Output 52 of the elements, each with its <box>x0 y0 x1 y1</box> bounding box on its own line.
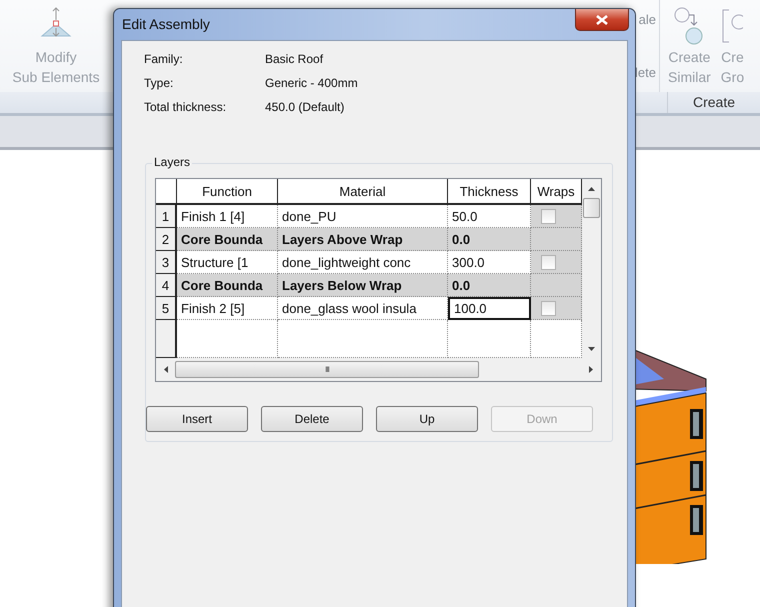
close-icon <box>596 14 608 24</box>
dialog-button[interactable]: Delete <box>261 406 363 432</box>
scroll-left-icon[interactable] <box>162 366 169 373</box>
group-title: Layers <box>152 155 192 169</box>
horizontal-scrollbar[interactable]: III <box>156 358 601 381</box>
column-header: Wraps <box>531 179 582 205</box>
table-cell[interactable]: 50.0 <box>448 205 531 228</box>
checkbox[interactable] <box>541 254 556 270</box>
scroll-right-icon[interactable] <box>588 366 595 373</box>
dialog-button[interactable]: Up <box>376 406 478 432</box>
scroll-thumb[interactable] <box>583 198 600 218</box>
table-cell[interactable]: 100.0 <box>448 297 531 320</box>
property-value: 450.0 (Default) <box>265 99 346 116</box>
scroll-up-icon[interactable] <box>588 185 595 192</box>
circles-icon <box>673 6 706 46</box>
table-cell: Structure [1 <box>177 251 278 274</box>
table-cell: Layers Below Wrap <box>278 274 448 297</box>
header-cell <box>156 179 177 205</box>
dialog-button[interactable]: Insert <box>146 406 248 432</box>
ribbon-label: lete <box>635 65 656 80</box>
property-value: Basic Roof <box>265 51 324 68</box>
table-cell[interactable]: 0.0 <box>448 274 531 297</box>
column-header: Material <box>278 179 448 205</box>
scroll-down-icon[interactable] <box>588 345 595 352</box>
table-cell: done_lightweight conc <box>278 251 448 274</box>
property-label: Family: <box>144 51 184 68</box>
close-button[interactable] <box>575 9 629 31</box>
property-label: Type: <box>144 75 174 92</box>
panel-label: Create <box>667 92 760 113</box>
table-cell: Finish 2 [5] <box>177 297 278 320</box>
table-cell[interactable]: 0.0 <box>448 228 531 251</box>
column-header: Function <box>177 179 278 205</box>
column-header: Thickness <box>448 179 531 205</box>
row-number: 5 <box>156 297 177 320</box>
checkbox[interactable] <box>541 300 556 316</box>
table-cell: done_glass wool insula <box>278 297 448 320</box>
table-cell: done_PU <box>278 205 448 228</box>
property-value: Generic - 400mm <box>265 75 359 92</box>
table-cell: Core Bounda <box>177 228 278 251</box>
row-number: 1 <box>156 205 177 228</box>
dialog-title: Edit Assembly <box>122 16 210 32</box>
property-label: Total thickness: <box>144 99 228 116</box>
table-cell: Core Bounda <box>177 274 278 297</box>
ribbon-label: ale <box>638 12 656 27</box>
row-number: 4 <box>156 274 177 297</box>
row-number: 2 <box>156 228 177 251</box>
scroll-thumb[interactable]: III <box>175 361 479 378</box>
table-cell: Finish 1 [4] <box>177 205 278 228</box>
table-cell[interactable]: 300.0 <box>448 251 531 274</box>
row-number: 3 <box>156 251 177 274</box>
checkbox[interactable] <box>541 208 556 224</box>
table-cell: Layers Above Wrap <box>278 228 448 251</box>
